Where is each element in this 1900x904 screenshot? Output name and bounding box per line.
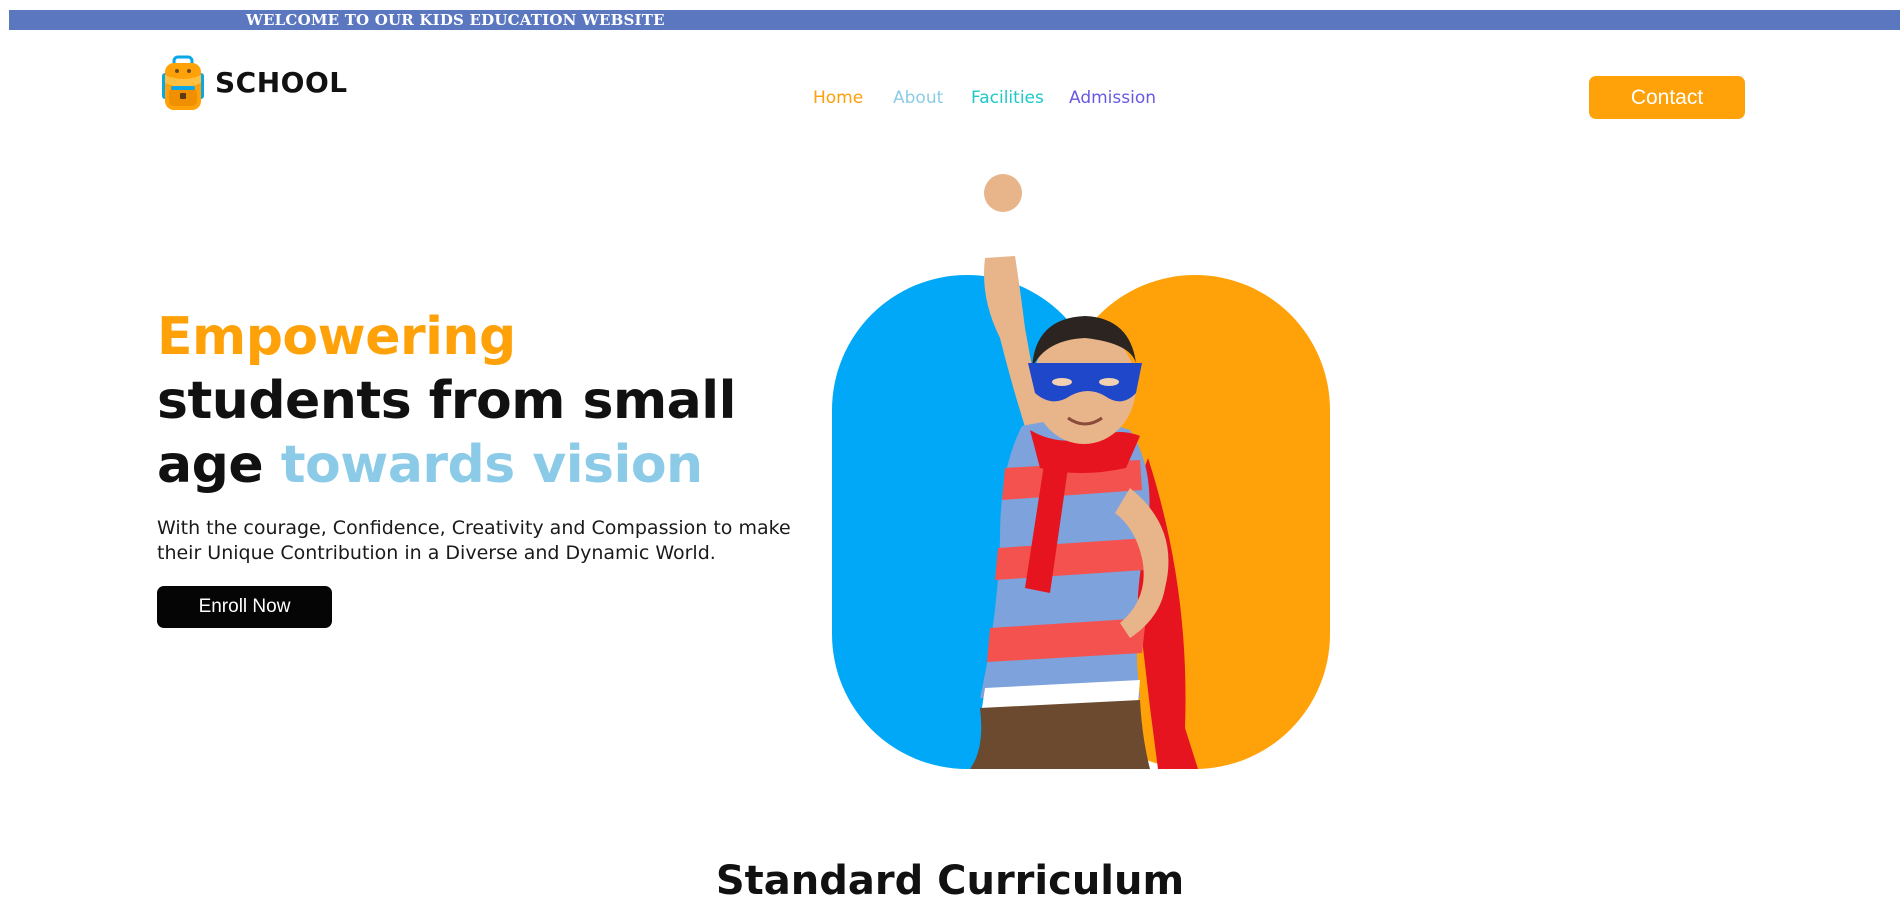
nav-home[interactable]: Home [813,88,863,108]
hero-title-highlight: Empowering [157,307,516,367]
nav-admission[interactable]: Admission [1069,88,1156,108]
welcome-banner: WELCOME TO OUR KIDS EDUCATION WEBSITE [9,10,1900,30]
standard-curriculum-heading: Standard Curriculum [715,858,1185,904]
hero-description: With the courage, Confidence, Creativity… [157,517,791,564]
welcome-banner-text: WELCOME TO OUR KIDS EDUCATION WEBSITE [246,11,665,29]
hero-title-accent: towards vision [280,435,703,495]
hero-title: Empowering students from small age towar… [157,305,857,497]
contact-button[interactable]: Contact [1589,76,1745,119]
enroll-now-button[interactable]: Enroll Now [157,586,332,628]
hero-title-line-2: students from small [157,371,736,431]
hero-title-line-3-prefix: age [157,435,264,495]
nav-facilities[interactable]: Facilities [971,88,1044,108]
hero-image [830,168,1340,772]
nav-about[interactable]: About [893,88,943,108]
